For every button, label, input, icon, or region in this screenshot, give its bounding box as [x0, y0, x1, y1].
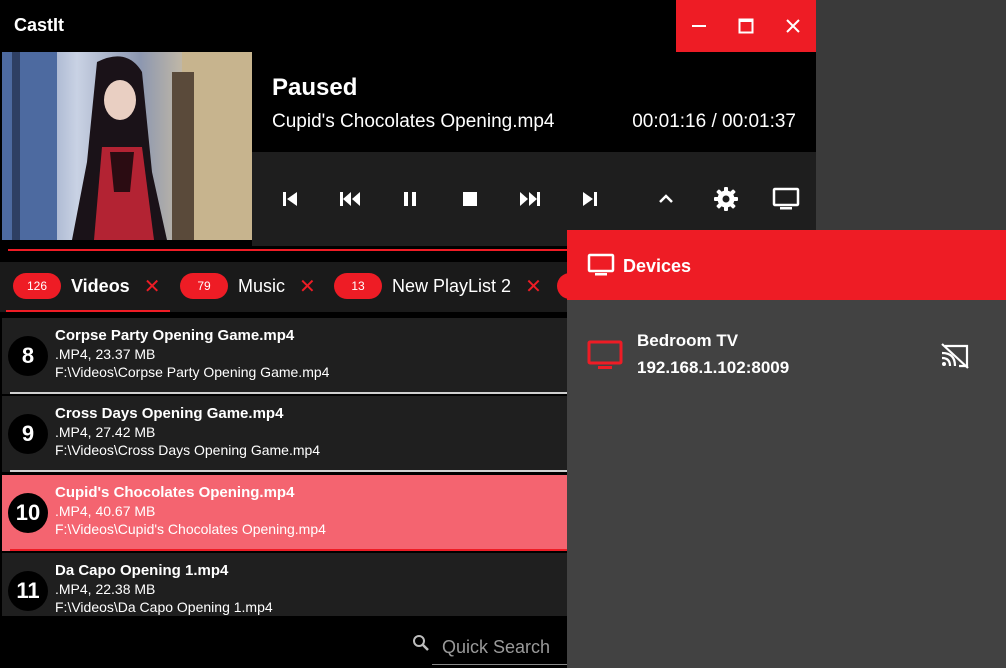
- tab-overflow[interactable]: [557, 272, 567, 300]
- settings-icon: [714, 187, 738, 211]
- skip-previous-button[interactable]: [275, 184, 305, 214]
- devices-button[interactable]: [771, 184, 801, 214]
- item-path: F:\Videos\Cupid's Chocolates Opening.mp4: [55, 521, 326, 537]
- quick-search-input[interactable]: [432, 630, 578, 665]
- item-number: 8: [8, 336, 48, 376]
- item-number: 10: [8, 493, 48, 533]
- now-playing-info: Paused Cupid's Chocolates Opening.mp4 00…: [252, 52, 816, 152]
- monitor-icon: [772, 187, 800, 210]
- item-meta: .MP4, 27.42 MB: [55, 424, 156, 440]
- tab-label: Videos: [71, 275, 130, 296]
- item-meta: .MP4, 22.38 MB: [55, 581, 156, 597]
- settings-button[interactable]: [711, 184, 741, 214]
- device-name: Bedroom TV: [637, 331, 739, 350]
- item-separator: [10, 392, 567, 394]
- thumbnail-image: [2, 52, 252, 240]
- pause-icon: [404, 192, 416, 206]
- rewind-button[interactable]: [335, 184, 365, 214]
- stop-button[interactable]: [455, 184, 485, 214]
- skip-next-button[interactable]: [575, 184, 605, 214]
- maximize-icon: [738, 18, 754, 34]
- tab-close-button[interactable]: ✕: [299, 274, 316, 299]
- tab-label: Music: [238, 275, 286, 296]
- devices-header: Devices: [567, 230, 1006, 300]
- playback-time: 00:01:16 / 00:01:37: [632, 111, 796, 132]
- item-name: Cross Days Opening Game.mp4: [55, 405, 284, 422]
- item-meta: .MP4, 40.67 MB: [55, 503, 156, 519]
- item-separator: [10, 549, 567, 551]
- playlist-items[interactable]: 8 Corpse Party Opening Game.mp4 .MP4, 23…: [0, 318, 567, 616]
- collapse-button[interactable]: [651, 184, 681, 214]
- search-icon: [413, 635, 429, 651]
- search-bar: [0, 618, 578, 668]
- tab-label: New PlayList 2: [392, 275, 512, 296]
- fast-forward-icon: [520, 192, 540, 206]
- list-item[interactable]: 8 Corpse Party Opening Game.mp4 .MP4, 23…: [2, 318, 567, 394]
- tab-count-badge: 79: [180, 273, 228, 299]
- device-address: 192.168.1.102:8009: [637, 358, 790, 377]
- stop-icon: [463, 192, 477, 206]
- active-tab-indicator: [6, 310, 170, 312]
- window-controls: [676, 0, 816, 52]
- monitor-icon: [587, 253, 615, 276]
- tab-music[interactable]: 79 Music ✕: [180, 272, 316, 300]
- item-path: F:\Videos\Da Capo Opening 1.mp4: [55, 599, 273, 615]
- tab-new-playlist-2[interactable]: 13 New PlayList 2 ✕: [334, 272, 542, 300]
- list-item[interactable]: 11 Da Capo Opening 1.mp4 .MP4, 22.38 MB …: [2, 553, 567, 616]
- tab-count-badge: 13: [334, 273, 382, 299]
- list-item-selected[interactable]: 10 Cupid's Chocolates Opening.mp4 .MP4, …: [2, 475, 567, 551]
- chevron-up-icon: [659, 194, 673, 203]
- skip-next-icon: [583, 192, 597, 206]
- tab-count-badge: 126: [13, 273, 61, 299]
- minimize-button[interactable]: [676, 0, 723, 52]
- list-item[interactable]: 9 Cross Days Opening Game.mp4 .MP4, 27.4…: [2, 396, 567, 472]
- minimize-icon: [692, 25, 707, 27]
- playback-progress-line[interactable]: [8, 249, 568, 251]
- item-path: F:\Videos\Corpse Party Opening Game.mp4: [55, 364, 330, 380]
- tab-close-button[interactable]: ✕: [144, 274, 161, 299]
- tab-videos[interactable]: 126 Videos ✕: [13, 272, 160, 300]
- close-button[interactable]: [769, 0, 816, 52]
- item-number: 11: [8, 571, 48, 611]
- tab-count-badge: [557, 273, 567, 299]
- item-name: Corpse Party Opening Game.mp4: [55, 327, 295, 344]
- title-bar[interactable]: CastIt: [0, 0, 816, 52]
- skip-previous-icon: [283, 192, 297, 206]
- maximize-button[interactable]: [723, 0, 770, 52]
- rewind-icon: [340, 192, 360, 206]
- item-number: 9: [8, 414, 48, 454]
- current-file-name: Cupid's Chocolates Opening.mp4: [272, 111, 555, 132]
- playlist-tabs: 126 Videos ✕ 79 Music ✕ 13 New PlayList …: [0, 262, 567, 312]
- app-title: CastIt: [14, 15, 65, 35]
- devices-panel: Devices Bedroom TV 192.168.1.102:8009: [567, 230, 1006, 668]
- item-name: Cupid's Chocolates Opening.mp4: [55, 484, 295, 501]
- item-separator: [10, 470, 567, 472]
- playback-status: Paused: [272, 74, 358, 101]
- cast-icon[interactable]: [939, 342, 971, 370]
- tab-close-button[interactable]: ✕: [525, 274, 542, 299]
- item-path: F:\Videos\Cross Days Opening Game.mp4: [55, 442, 321, 458]
- item-name: Da Capo Opening 1.mp4: [55, 562, 229, 579]
- pause-button[interactable]: [395, 184, 425, 214]
- video-thumbnail[interactable]: [2, 52, 252, 240]
- close-icon: [785, 19, 800, 33]
- item-meta: .MP4, 23.37 MB: [55, 346, 156, 362]
- devices-title: Devices: [623, 256, 692, 276]
- tv-icon: [587, 340, 623, 369]
- fast-forward-button[interactable]: [515, 184, 545, 214]
